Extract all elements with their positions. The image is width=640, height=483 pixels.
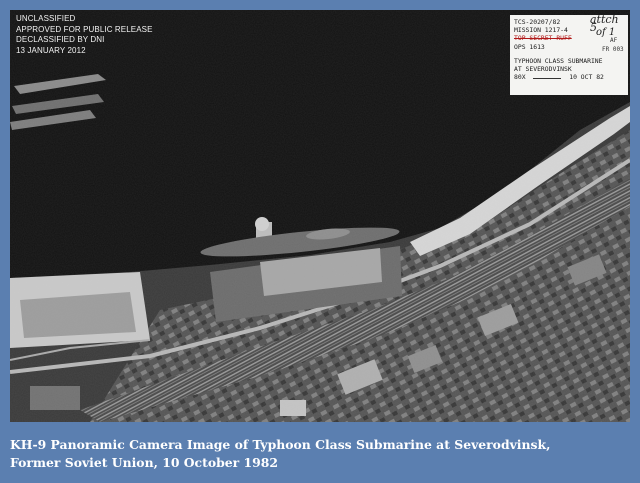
label-date: 10 OCT 82 xyxy=(569,73,604,82)
label-scale-date: 80X 10 OCT 82 xyxy=(514,73,625,81)
image-caption: KH-9 Panoramic Camera Image of Typhoon C… xyxy=(10,436,550,472)
handwritten-mark: of 1 xyxy=(596,27,616,38)
satellite-photo-frame: UNCLASSIFIED APPROVED FOR PUBLIC RELEASE… xyxy=(10,10,630,422)
release-line: UNCLASSIFIED xyxy=(16,14,76,23)
caption-line: KH-9 Panoramic Camera Image of Typhoon C… xyxy=(10,437,551,452)
label-scale: 80X xyxy=(514,73,526,82)
label-location: AT SEVERODVINSK xyxy=(514,65,572,74)
label-subject: TYPHOON CLASS SUBMARINE xyxy=(514,56,603,65)
release-line: 13 JANUARY 2012 xyxy=(16,45,86,55)
release-stamp: UNCLASSIFIED APPROVED FOR PUBLIC RELEASE… xyxy=(16,14,153,56)
film-label-card: TCS-20207/82 MISSION 1217-4 TOP SECRET R… xyxy=(510,14,628,95)
caption-line: Former Soviet Union, 10 October 1982 xyxy=(10,455,278,470)
label-side-code: FR 003 xyxy=(602,46,624,53)
release-line: APPROVED FOR PUBLIC RELEASE xyxy=(16,24,153,34)
label-side-code: AF xyxy=(610,37,618,44)
release-line: DECLASSIFIED BY DNI xyxy=(16,35,105,44)
